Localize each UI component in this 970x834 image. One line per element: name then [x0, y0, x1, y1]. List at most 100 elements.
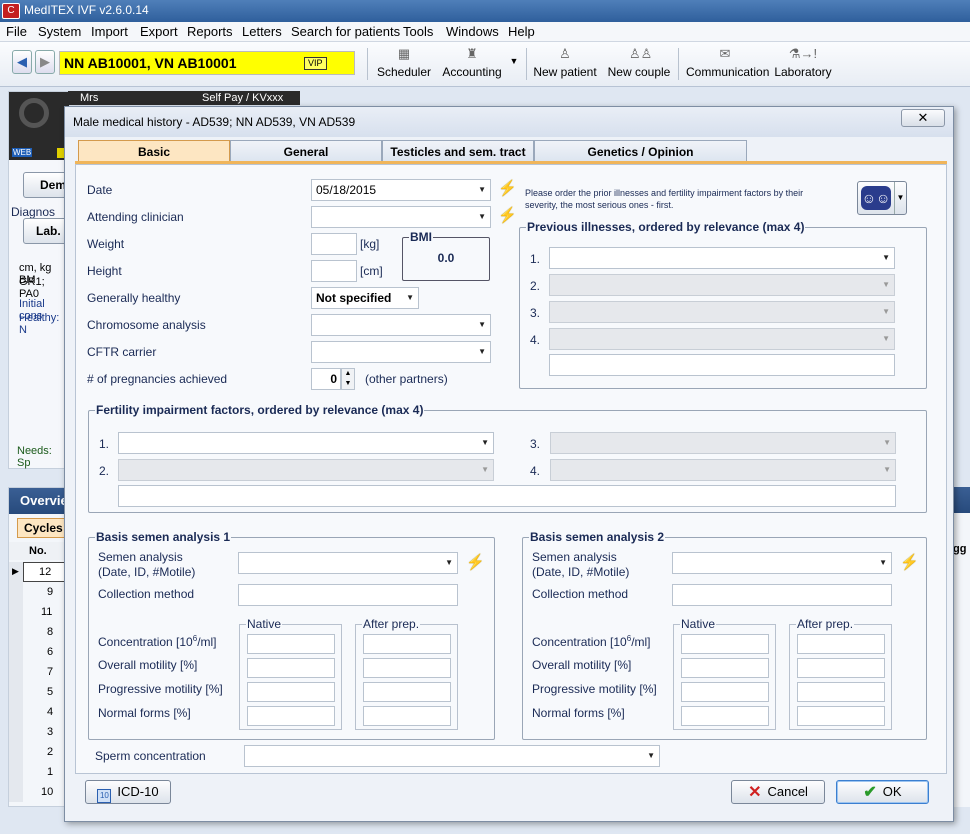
accounting-button[interactable]: ♜ Accounting — [440, 44, 504, 82]
illness-2-number: 2. — [530, 279, 541, 293]
close-button[interactable]: ✕ — [901, 109, 945, 127]
native-normal-forms-2[interactable] — [681, 706, 769, 726]
factor-4-select[interactable] — [550, 459, 896, 481]
cycle-row-number[interactable]: 8 — [47, 626, 53, 638]
cycle-row-number[interactable]: 12 — [39, 566, 51, 578]
menu-tools[interactable]: Tools — [403, 24, 433, 39]
fertility-factors-group: Fertility impairment factors, ordered by… — [88, 403, 927, 513]
tab-general[interactable]: General — [230, 140, 382, 162]
factor-1-select[interactable] — [118, 432, 494, 454]
pregnancies-input[interactable]: 0 — [311, 368, 341, 390]
illness-notes-field[interactable] — [549, 354, 895, 376]
sperm-concentration-select[interactable] — [244, 745, 660, 767]
cftr-carrier-select[interactable] — [311, 341, 491, 363]
scheduler-button[interactable]: ▦ Scheduler — [374, 44, 434, 82]
current-patient-field[interactable]: NN AB10001, VN AB10001 VIP — [59, 51, 355, 75]
illness-1-select[interactable] — [549, 247, 895, 269]
cycle-row-number[interactable]: 7 — [47, 666, 53, 678]
native-overall-motility-2[interactable] — [681, 658, 769, 678]
native-overall-motility-1[interactable] — [247, 658, 335, 678]
progressive-motility-label: Progressive motility [%] — [532, 682, 657, 696]
native-progressive-motility-2[interactable] — [681, 682, 769, 702]
collection-method-label: Collection method — [98, 587, 195, 601]
menu-system[interactable]: System — [38, 24, 81, 39]
cycle-row-number[interactable]: 1 — [47, 766, 53, 778]
genetics-tools-button[interactable]: ☺☺ ▼ — [857, 181, 907, 215]
accounting-dropdown-icon[interactable]: ▼ — [506, 56, 522, 94]
illness-4-number: 4. — [530, 333, 541, 347]
laboratory-button[interactable]: ⚗→! Laboratory — [772, 44, 834, 82]
tab-genetics[interactable]: Genetics / Opinion — [534, 140, 747, 162]
cycle-row-number[interactable]: 2 — [47, 746, 53, 758]
weight-input[interactable] — [311, 233, 357, 255]
generally-healthy-select[interactable]: Not specified — [311, 287, 419, 309]
icd10-button[interactable]: 10 ICD-10 — [85, 780, 171, 804]
demographics-button[interactable]: Dem — [23, 172, 69, 198]
new-couple-button[interactable]: ♙♙ New couple — [606, 44, 672, 82]
date-picker[interactable]: 05/18/2015 — [311, 179, 491, 201]
cycle-row-number[interactable]: 9 — [47, 586, 53, 598]
cycle-row-number[interactable]: 5 — [47, 686, 53, 698]
tab-testicles[interactable]: Testicles and sem. tract — [382, 140, 534, 162]
menu-letters[interactable]: Letters — [242, 24, 282, 39]
semen-analysis-label: Semen analysis — [532, 550, 617, 564]
menu-windows[interactable]: Windows — [446, 24, 499, 39]
cancel-button[interactable]: ✕ Cancel — [731, 780, 825, 804]
semen-analysis-1-select[interactable] — [238, 552, 458, 574]
back-arrow-icon[interactable]: ◀ — [12, 50, 32, 74]
forward-arrow-icon[interactable]: ▶ — [35, 50, 55, 74]
attending-clinician-select[interactable] — [311, 206, 491, 228]
overall-motility-label: Overall motility [%] — [98, 658, 198, 672]
accounting-label: Accounting — [442, 65, 502, 79]
cycle-row-number[interactable]: 4 — [47, 706, 53, 718]
prep-normal-forms-1[interactable] — [363, 706, 451, 726]
communication-button[interactable]: ✉ Communication — [686, 44, 769, 82]
factor-3-select[interactable] — [550, 432, 896, 454]
semen-analysis-2-select[interactable] — [672, 552, 892, 574]
column-header-no[interactable]: No. — [9, 542, 69, 560]
new-patient-button[interactable]: ♙ New patient — [532, 44, 598, 82]
illness-2-select[interactable] — [549, 274, 895, 296]
menu-reports[interactable]: Reports — [187, 24, 233, 39]
native-concentration-1[interactable] — [247, 634, 335, 654]
collection-method-1-field[interactable] — [238, 584, 458, 606]
cycle-row-number[interactable]: 3 — [47, 726, 53, 738]
lightning-icon[interactable]: ⚡ — [466, 555, 485, 571]
menu-search-patients[interactable]: Search for patients — [291, 24, 400, 39]
height-input[interactable] — [311, 260, 357, 282]
prep-concentration-2[interactable] — [797, 634, 885, 654]
prep-overall-motility-1[interactable] — [363, 658, 451, 678]
ok-button[interactable]: ✔ OK — [836, 780, 929, 804]
lightning-icon[interactable]: ⚡ — [498, 181, 517, 197]
illness-4-select[interactable] — [549, 328, 895, 350]
illness-3-select[interactable] — [549, 301, 895, 323]
native-normal-forms-1[interactable] — [247, 706, 335, 726]
menu-export[interactable]: Export — [140, 24, 178, 39]
prep-normal-forms-2[interactable] — [797, 706, 885, 726]
menu-file[interactable]: File — [6, 24, 27, 39]
native-progressive-motility-1[interactable] — [247, 682, 335, 702]
lightning-icon[interactable]: ⚡ — [498, 208, 517, 224]
close-icon: ✕ — [917, 110, 929, 125]
lightning-icon[interactable]: ⚡ — [900, 555, 919, 571]
tab-cycles[interactable]: Cycles — [17, 518, 65, 538]
chromosome-analysis-select[interactable] — [311, 314, 491, 336]
semen-analysis-1-group: Basis semen analysis 1 Semen analysis (D… — [88, 530, 495, 740]
prep-progressive-motility-1[interactable] — [363, 682, 451, 702]
native-concentration-2[interactable] — [681, 634, 769, 654]
cycle-row-number[interactable]: 11 — [41, 606, 52, 618]
menu-help[interactable]: Help — [508, 24, 535, 39]
factor-2-select[interactable] — [118, 459, 494, 481]
factor-notes-field[interactable] — [118, 485, 896, 507]
cycle-row-number[interactable]: 6 — [47, 646, 53, 658]
cycle-row-number[interactable]: 10 — [41, 786, 53, 798]
menu-import[interactable]: Import — [91, 24, 128, 39]
prep-progressive-motility-2[interactable] — [797, 682, 885, 702]
collection-method-2-field[interactable] — [672, 584, 892, 606]
lab-button[interactable]: Lab. — [23, 218, 69, 244]
prep-concentration-1[interactable] — [363, 634, 451, 654]
needs-text: Needs: Sp — [17, 445, 52, 469]
tab-basic[interactable]: Basic — [78, 140, 230, 162]
pregnancies-spinner[interactable]: ▲ ▼ — [341, 368, 355, 390]
prep-overall-motility-2[interactable] — [797, 658, 885, 678]
